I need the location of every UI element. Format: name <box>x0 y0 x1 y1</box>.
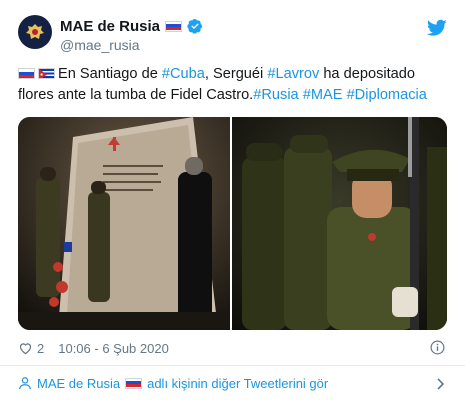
more-tweets-link[interactable]: MAE de Rusia adlı kişinin diğer Tweetler… <box>0 366 465 400</box>
hashtag-diplomacia-link[interactable]: #Diplomacia <box>347 87 427 103</box>
author-handle[interactable]: @mae_rusia <box>60 37 140 53</box>
person-icon <box>19 377 31 390</box>
chevron-right-icon[interactable] <box>436 378 445 390</box>
tweet-timestamp[interactable]: 10:06 - 6 Şub 2020 <box>58 341 169 356</box>
photo-honor-guard-soldier[interactable] <box>232 117 447 330</box>
embedded-tweet-card[interactable]: MAE de Rusia @mae_rusia En Santiago de #… <box>0 0 465 365</box>
tweet-footer: 2 10:06 - 6 Şub 2020 <box>18 338 169 358</box>
hashtag-lavrov-link[interactable]: #Lavrov <box>267 66 319 82</box>
more-tweets-label[interactable]: adlı kişinin diğer Tweetlerini gör <box>147 376 328 391</box>
russian-coat-of-arms-icon <box>20 17 50 47</box>
hashtag-rusia-link[interactable]: #Rusia <box>253 87 298 103</box>
verified-badge-icon <box>187 19 203 34</box>
russia-flag-icon <box>165 20 183 32</box>
hashtag-mae-link[interactable]: #MAE <box>303 87 343 103</box>
heart-icon[interactable] <box>18 341 33 355</box>
twitter-bird-icon[interactable] <box>427 19 447 37</box>
russia-flag-icon <box>18 68 35 79</box>
author-avatar[interactable] <box>18 15 52 49</box>
author-name-row[interactable]: MAE de Rusia <box>60 16 203 36</box>
tweet-text-segment: En Santiago de <box>58 66 162 82</box>
more-tweets-author-name[interactable]: MAE de Rusia <box>37 376 120 391</box>
tweet-text-segment: , Serguéi <box>204 66 268 82</box>
cuba-flag-icon <box>38 68 55 79</box>
russia-flag-icon <box>125 377 143 389</box>
photo-memorial-ceremony[interactable] <box>18 117 230 330</box>
tweet-text: En Santiago de #Cuba, Serguéi #Lavrov ha… <box>18 64 448 106</box>
hashtag-cuba-link[interactable]: #Cuba <box>162 66 205 82</box>
like-count[interactable]: 2 <box>37 341 44 356</box>
author-display-name[interactable]: MAE de Rusia <box>60 18 160 35</box>
tweet-media-grid <box>18 117 447 330</box>
info-icon[interactable] <box>430 340 445 355</box>
